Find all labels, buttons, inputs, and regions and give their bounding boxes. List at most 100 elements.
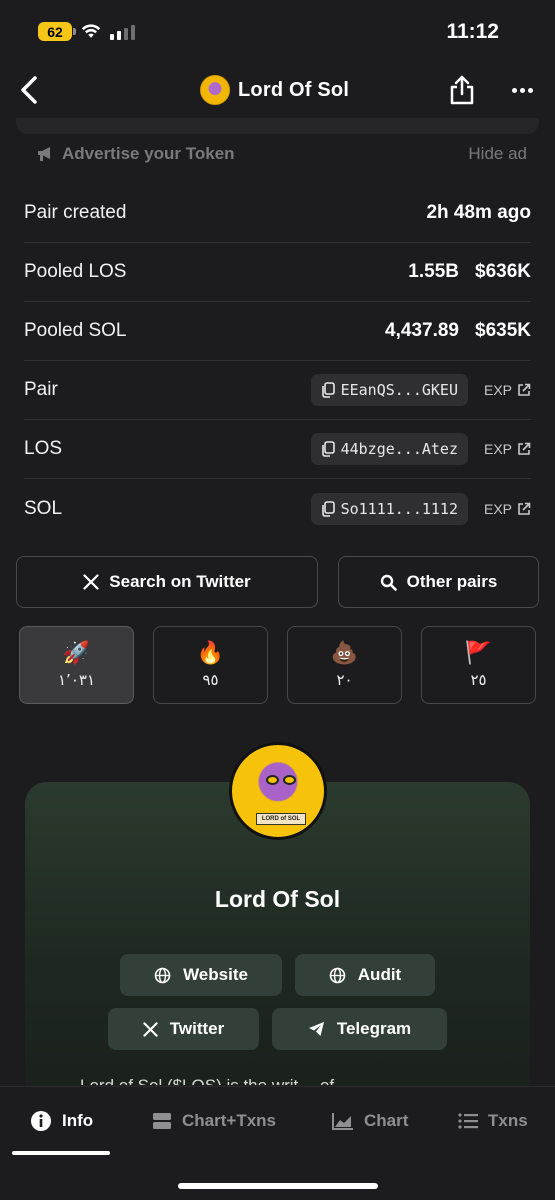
sol-address-value: So1111...1112 bbox=[340, 499, 458, 518]
other-pairs-button[interactable]: Other pairs bbox=[338, 556, 539, 608]
reaction-rocket[interactable]: 🚀 ١٬٠٣١ bbox=[19, 626, 134, 704]
pair-info-table: Pair created 2h 48m ago Pooled LOS 1.55B… bbox=[24, 184, 531, 538]
pair-address-value: EEanQS...GKEU bbox=[340, 381, 458, 399]
rocket-icon: 🚀 bbox=[62, 640, 91, 665]
los-explorer-link[interactable]: EXP bbox=[484, 441, 531, 457]
hide-ad-button[interactable]: Hide ad bbox=[468, 144, 527, 164]
ad-card bbox=[16, 118, 539, 134]
pooled-sol-usd: $635K bbox=[475, 320, 531, 341]
exp-label: EXP bbox=[483, 382, 512, 398]
pair-address-row: Pair EEanQS...GKEU EXP bbox=[24, 361, 531, 420]
chart-txns-icon bbox=[153, 1113, 171, 1129]
reaction-red-flag[interactable]: 🚩 ٢٥ bbox=[421, 626, 536, 704]
twitter-link-button[interactable]: Twitter bbox=[108, 1008, 259, 1050]
copy-icon bbox=[321, 441, 335, 457]
page-title: Lord Of Sol bbox=[238, 78, 350, 101]
logo-banner: LORD of SOL bbox=[256, 813, 306, 825]
reaction-count: ٢٠ bbox=[336, 671, 353, 689]
area-chart-icon bbox=[332, 1113, 353, 1130]
list-icon bbox=[458, 1113, 478, 1129]
pooled-sol-label: Pooled SOL bbox=[24, 320, 127, 341]
pooled-sol-amount: 4,437.89 bbox=[385, 320, 459, 341]
pair-created-value: 2h 48m ago bbox=[426, 202, 531, 223]
los-address-label: LOS bbox=[24, 438, 63, 459]
tab-info[interactable]: Info bbox=[30, 1107, 93, 1135]
telegram-label: Telegram bbox=[336, 1019, 412, 1038]
globe-icon bbox=[329, 967, 346, 983]
pair-address-label: Pair bbox=[24, 379, 58, 400]
exp-label: EXP bbox=[483, 500, 512, 517]
tab-chart-txns-label: Chart+Txns bbox=[182, 1111, 276, 1130]
x-logo-icon bbox=[143, 1021, 158, 1037]
sol-address-row: SOL So1111...1112 EXP bbox=[24, 479, 531, 538]
reactions-row: 🚀 ١٬٠٣١ 🔥 ٩٥ 💩 ٢٠ 🚩 ٢٥ bbox=[19, 626, 539, 704]
status-bar: 62 11:12 bbox=[0, 0, 555, 62]
nav-title-group: Lord Of Sol bbox=[200, 72, 349, 108]
other-pairs-label: Other pairs bbox=[406, 572, 498, 591]
status-time: 11:12 bbox=[446, 20, 499, 43]
advertise-token-link[interactable]: Advertise your Token bbox=[36, 144, 235, 164]
token-description: Lord of Sol ($LOS) is the writ… of bbox=[80, 1073, 480, 1085]
reaction-count: ٢٥ bbox=[470, 671, 487, 689]
cellular-signal-icon bbox=[110, 24, 135, 40]
share-icon[interactable] bbox=[448, 74, 476, 106]
external-link-icon bbox=[518, 383, 531, 396]
tab-chart-txns[interactable]: Chart+Txns bbox=[152, 1107, 276, 1135]
audit-button[interactable]: Audit bbox=[295, 954, 435, 996]
tab-txns-label: Txns bbox=[488, 1111, 528, 1130]
website-label: Website bbox=[183, 965, 248, 984]
battery-indicator: 62 bbox=[38, 22, 76, 41]
los-address-row: LOS 44bzge...Atez EXP bbox=[24, 420, 531, 479]
external-link-icon bbox=[518, 502, 531, 515]
back-button[interactable] bbox=[14, 70, 44, 110]
exp-label: EXP bbox=[483, 441, 512, 457]
pooled-los-row: Pooled LOS 1.55B $636K bbox=[24, 243, 531, 302]
action-buttons-row: Search on Twitter Other pairs bbox=[16, 556, 539, 608]
more-options-icon[interactable] bbox=[508, 76, 536, 104]
reaction-fire[interactable]: 🔥 ٩٥ bbox=[153, 626, 268, 704]
advertise-token-label: Advertise your Token bbox=[62, 144, 235, 163]
copy-sol-address-button[interactable]: So1111...1112 bbox=[310, 492, 468, 525]
copy-icon bbox=[321, 500, 335, 517]
pair-explorer-link[interactable]: EXP bbox=[484, 382, 531, 398]
home-indicator[interactable] bbox=[178, 1183, 378, 1189]
top-nav-bar: Lord Of Sol bbox=[0, 62, 555, 118]
tab-txns[interactable]: Txns bbox=[458, 1107, 528, 1135]
reaction-poop[interactable]: 💩 ٢٠ bbox=[287, 626, 402, 704]
red-flag-icon: 🚩 bbox=[464, 640, 493, 665]
fire-icon: 🔥 bbox=[196, 640, 225, 665]
website-button[interactable]: Website bbox=[120, 954, 282, 996]
pooled-sol-values: 4,437.89 $635K bbox=[385, 320, 531, 342]
active-tab-indicator bbox=[12, 1151, 110, 1155]
ad-row: Advertise your Token Hide ad bbox=[36, 140, 527, 168]
wifi-icon bbox=[81, 24, 101, 38]
search-on-twitter-button[interactable]: Search on Twitter bbox=[16, 556, 318, 608]
tab-info-label: Info bbox=[62, 1111, 94, 1130]
pooled-los-values: 1.55B $636K bbox=[408, 261, 531, 283]
tab-chart[interactable]: Chart bbox=[332, 1107, 408, 1135]
token-avatar bbox=[200, 75, 230, 105]
sol-address-label: SOL bbox=[24, 497, 63, 519]
telegram-button[interactable]: Telegram bbox=[272, 1008, 447, 1050]
sol-explorer-link[interactable]: EXP bbox=[484, 501, 531, 517]
pooled-los-amount: 1.55B bbox=[408, 261, 459, 282]
token-name: Lord Of Sol bbox=[214, 886, 341, 912]
copy-pair-address-button[interactable]: EEanQS...GKEU bbox=[310, 374, 468, 406]
copy-los-address-button[interactable]: 44bzge...Atez bbox=[310, 433, 468, 465]
info-icon bbox=[31, 1111, 51, 1131]
telegram-icon bbox=[308, 1022, 324, 1036]
search-on-twitter-label: Search on Twitter bbox=[109, 572, 251, 591]
goggles-decoration bbox=[266, 775, 296, 785]
x-logo-icon bbox=[83, 574, 99, 590]
pooled-sol-row: Pooled SOL 4,437.89 $635K bbox=[24, 302, 531, 361]
pooled-los-usd: $636K bbox=[475, 261, 531, 282]
twitter-label: Twitter bbox=[169, 1019, 225, 1038]
los-address-value: 44bzge...Atez bbox=[340, 440, 458, 458]
token-logo: LORD of SOL bbox=[229, 742, 327, 840]
chevron-left-icon bbox=[21, 76, 37, 104]
reaction-count: ١٬٠٣١ bbox=[58, 671, 95, 689]
reaction-count: ٩٥ bbox=[202, 671, 219, 689]
poop-icon: 💩 bbox=[330, 640, 359, 665]
pooled-los-label: Pooled LOS bbox=[24, 261, 127, 282]
tab-chart-label: Chart bbox=[364, 1111, 409, 1130]
